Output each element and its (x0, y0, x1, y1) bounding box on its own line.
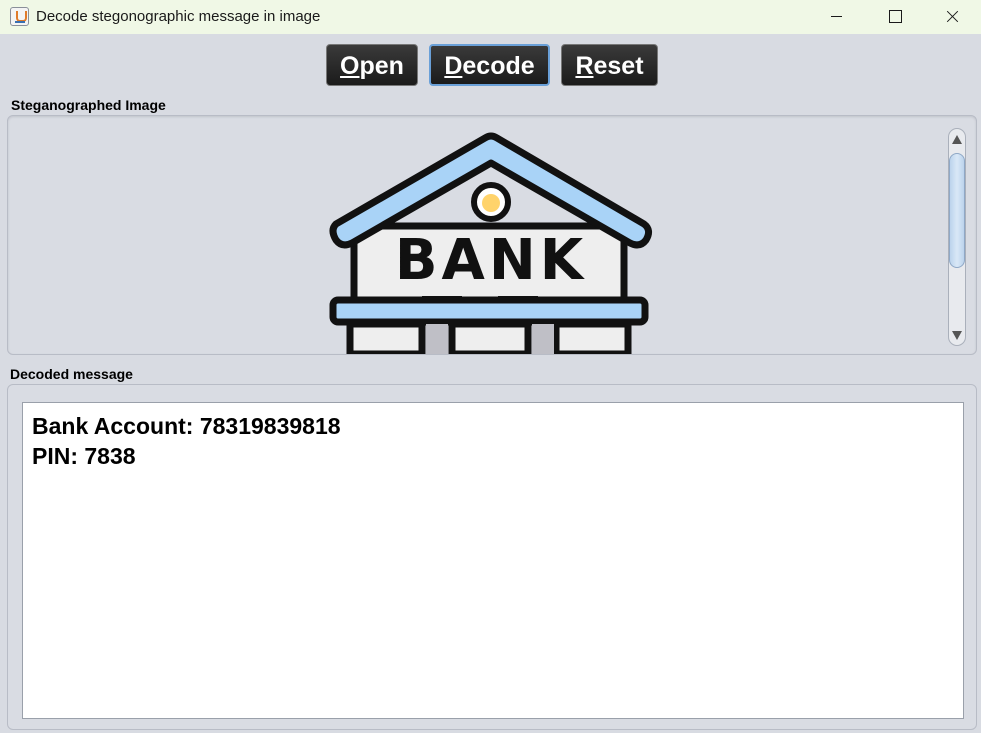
open-mnemonic: O (340, 52, 360, 80)
bank-sign-text: BANK (395, 228, 587, 293)
reset-mnemonic: R (575, 52, 594, 80)
message-panel: Bank Account: 78319839818 PIN: 7838 (7, 384, 977, 730)
scroll-down-arrow-icon[interactable] (949, 327, 965, 343)
maximize-icon[interactable] (865, 0, 923, 34)
image-panel: BANK (7, 115, 977, 355)
decoded-message-textarea[interactable]: Bank Account: 78319839818 PIN: 7838 (22, 402, 964, 719)
close-icon[interactable] (923, 0, 981, 34)
bank-window-light (482, 194, 500, 212)
bank-building-image: BANK (329, 132, 653, 354)
decode-button[interactable]: Decode (429, 44, 550, 86)
open-label: pen (359, 52, 404, 80)
image-section-label: Steganographed Image (11, 97, 166, 113)
minimize-icon[interactable] (807, 0, 865, 34)
open-button[interactable]: Open (326, 44, 418, 86)
message-line-pin: PIN: 7838 (32, 443, 136, 469)
scroll-thumb[interactable] (949, 153, 965, 268)
reset-label: eset (593, 52, 644, 80)
message-section-label: Decoded message (10, 366, 133, 382)
decode-label: ecode (462, 52, 535, 80)
message-line-account: Bank Account: 78319839818 (32, 413, 341, 439)
scroll-up-arrow-icon[interactable] (949, 131, 965, 147)
bank-floor (329, 296, 649, 326)
title-bar: Decode stegonographic message in image (0, 0, 981, 34)
java-app-icon (10, 7, 29, 26)
reset-button[interactable]: Reset (561, 44, 658, 86)
image-scrollbar[interactable] (948, 128, 966, 346)
decode-mnemonic: D (444, 52, 463, 80)
window-title: Decode stegonographic message in image (36, 8, 321, 25)
